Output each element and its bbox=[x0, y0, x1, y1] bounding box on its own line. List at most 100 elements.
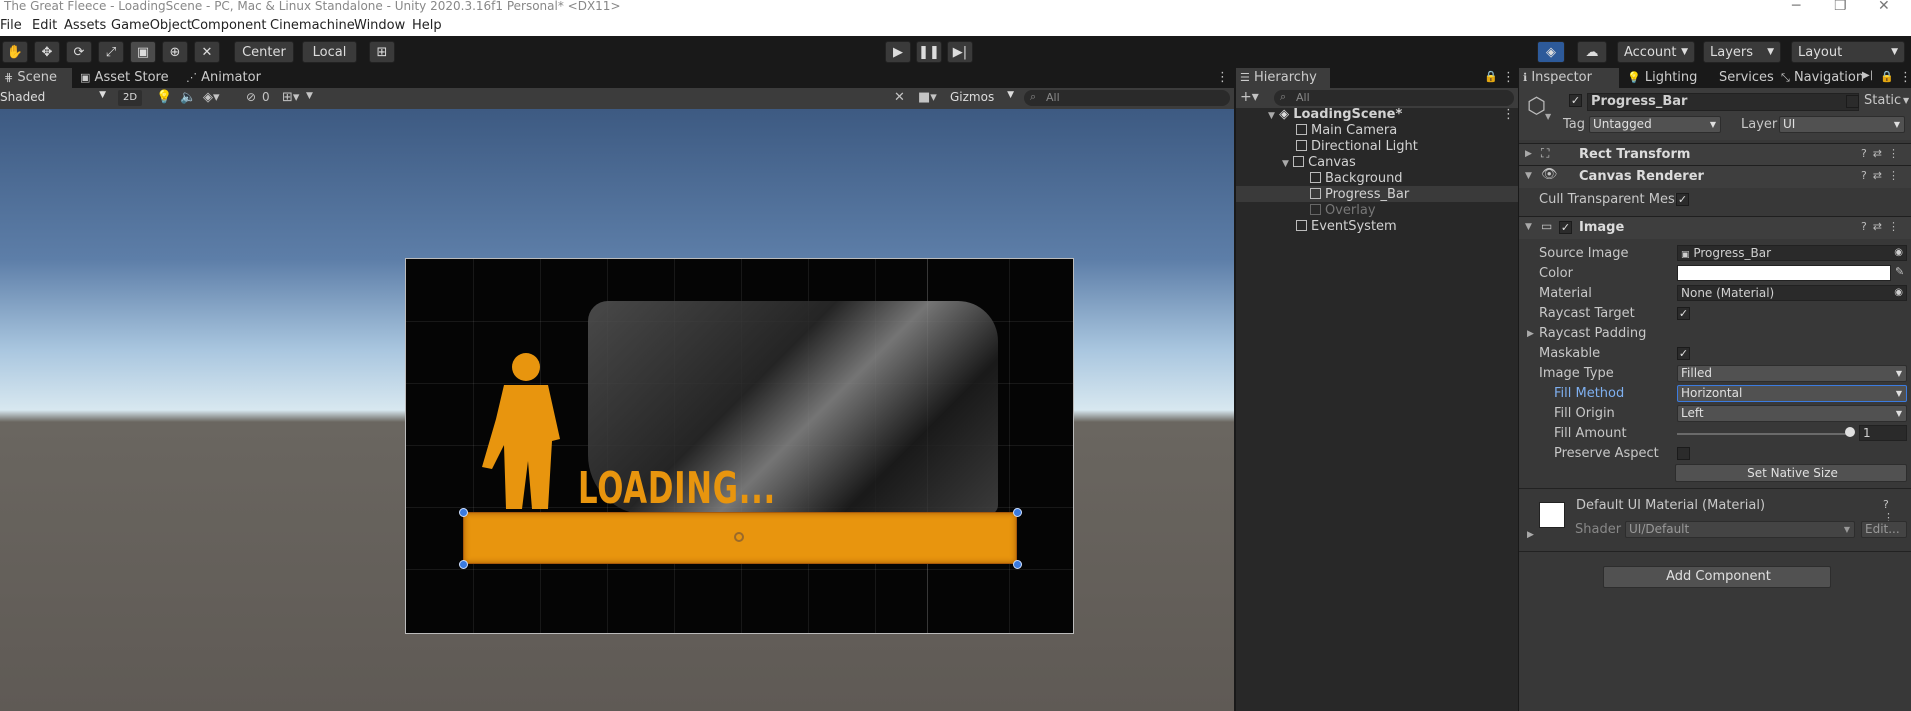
collapse-arrow-icon[interactable]: ▼ bbox=[1525, 222, 1532, 232]
hierarchy-item-canvas[interactable]: ▼ Canvas bbox=[1282, 155, 1356, 171]
menu-file[interactable]: File bbox=[0, 18, 22, 33]
close-icon[interactable]: ✕ bbox=[1878, 0, 1890, 14]
layers-dropdown[interactable]: Layers ▼ bbox=[1703, 41, 1781, 63]
gizmos-dropdown[interactable]: Gizmos ▼ bbox=[950, 90, 1016, 107]
more-options-icon[interactable]: ⋮ bbox=[1502, 70, 1515, 85]
raycast-target-checkbox[interactable]: ✓ bbox=[1677, 307, 1690, 320]
tab-scene[interactable]: ⋕ Scene bbox=[0, 68, 72, 88]
account-dropdown[interactable]: Account ▼ bbox=[1617, 41, 1695, 63]
menu-cinemachine[interactable]: Cinemachine bbox=[270, 18, 355, 33]
source-image-field[interactable]: ▣ Progress_Bar ◉ bbox=[1677, 245, 1907, 261]
more-options-icon[interactable]: ⋮ bbox=[1216, 70, 1229, 85]
hierarchy-item-main-camera[interactable]: Main Camera bbox=[1296, 123, 1397, 139]
rect-handle-bottom-left[interactable] bbox=[459, 560, 468, 569]
pause-button[interactable]: ❚❚ bbox=[916, 41, 942, 63]
preserve-aspect-checkbox[interactable] bbox=[1677, 447, 1690, 460]
component-header-icons[interactable]: ?⇄⋮ bbox=[1861, 147, 1905, 160]
tab-inspector[interactable]: ℹ Inspector bbox=[1519, 68, 1619, 88]
layer-dropdown[interactable]: UI ▼ bbox=[1779, 116, 1905, 133]
fill-amount-input[interactable]: 1 bbox=[1859, 425, 1907, 441]
active-checkbox[interactable]: ✓ bbox=[1569, 94, 1582, 107]
menu-window[interactable]: Window bbox=[354, 18, 405, 33]
shader-edit-button[interactable]: Edit... bbox=[1861, 521, 1907, 538]
lock-icon[interactable]: 🔒 bbox=[1484, 70, 1498, 83]
play-button[interactable]: ▶ bbox=[885, 41, 911, 63]
expand-arrow-icon[interactable]: ▼ bbox=[1268, 111, 1275, 121]
grid-snap-icon[interactable]: ⊞ bbox=[369, 41, 395, 63]
menu-assets[interactable]: Assets bbox=[64, 18, 106, 33]
minimize-icon[interactable]: ─ bbox=[1792, 0, 1800, 14]
component-header-icons[interactable]: ?⇄⋮ bbox=[1861, 220, 1905, 233]
hierarchy-item-overlay[interactable]: Overlay bbox=[1310, 203, 1376, 219]
fill-origin-dropdown[interactable]: Left ▼ bbox=[1677, 405, 1907, 422]
move-tool-icon[interactable]: ✥ bbox=[34, 41, 60, 63]
chevron-down-icon[interactable]: ▼ bbox=[1903, 96, 1909, 105]
tools-icon[interactable]: ✕ bbox=[894, 90, 905, 105]
custom-tool-icon[interactable]: ✕ bbox=[194, 41, 220, 63]
pivot-center-button[interactable]: Center bbox=[234, 41, 294, 63]
rect-handle-top-right[interactable] bbox=[1013, 508, 1022, 517]
rotate-tool-icon[interactable]: ⟳ bbox=[66, 41, 92, 63]
hierarchy-item-eventsystem[interactable]: EventSystem bbox=[1296, 219, 1397, 235]
object-picker-icon[interactable]: ◉ bbox=[1894, 286, 1903, 300]
image-enabled-checkbox[interactable]: ✓ bbox=[1559, 221, 1572, 234]
shader-dropdown[interactable]: UI/Default ▼ bbox=[1625, 521, 1855, 538]
rect-handle-top-left[interactable] bbox=[459, 508, 468, 517]
mode-2d-toggle[interactable]: 2D bbox=[118, 90, 142, 106]
menu-edit[interactable]: Edit bbox=[32, 18, 57, 33]
menu-help[interactable]: Help bbox=[412, 18, 442, 33]
scale-tool-icon[interactable]: ⤢ bbox=[98, 41, 124, 63]
more-options-icon[interactable]: ⋮ bbox=[1899, 70, 1911, 85]
menu-component[interactable]: Component bbox=[191, 18, 266, 33]
collab-icon[interactable]: ◈ bbox=[1537, 41, 1565, 63]
expand-arrow-icon[interactable]: ▶ bbox=[1527, 530, 1534, 540]
collapse-arrow-icon[interactable]: ▼ bbox=[1525, 171, 1532, 181]
fill-amount-slider-thumb[interactable] bbox=[1845, 427, 1855, 437]
component-header-icons[interactable]: ?⇄⋮ bbox=[1861, 169, 1905, 182]
scene-viewport[interactable]: LOADING... bbox=[0, 109, 1234, 711]
shading-mode-dropdown[interactable]: Shaded ▼ bbox=[0, 90, 110, 107]
chevron-down-icon[interactable]: ▼ bbox=[306, 91, 313, 101]
expand-arrow-icon[interactable]: ▶ bbox=[1527, 329, 1534, 339]
hierarchy-item-loadingscene[interactable]: ▼ ◈ LoadingScene* bbox=[1268, 107, 1402, 123]
fill-method-dropdown[interactable]: Horizontal ▼ bbox=[1677, 385, 1907, 402]
pivot-local-button[interactable]: Local bbox=[302, 41, 357, 63]
hierarchy-item-background[interactable]: Background bbox=[1310, 171, 1403, 187]
hierarchy-item-directional-light[interactable]: Directional Light bbox=[1296, 139, 1418, 155]
expand-arrow-icon[interactable]: ▶ bbox=[1525, 149, 1532, 159]
hierarchy-item-progress-bar[interactable]: Progress_Bar bbox=[1310, 187, 1409, 203]
maskable-checkbox[interactable]: ✓ bbox=[1677, 347, 1690, 360]
menu-gameobject[interactable]: GameObject bbox=[111, 18, 192, 33]
step-button[interactable]: ▶| bbox=[947, 41, 973, 63]
image-type-dropdown[interactable]: Filled ▼ bbox=[1677, 365, 1907, 382]
material-field[interactable]: None (Material) ◉ bbox=[1677, 285, 1907, 301]
camera-icon[interactable]: ■▾ bbox=[918, 90, 937, 105]
pivot-handle-icon[interactable] bbox=[734, 532, 744, 542]
lock-icon[interactable]: 🔒 bbox=[1880, 70, 1894, 83]
expand-arrow-icon[interactable]: ▼ bbox=[1282, 159, 1289, 169]
object-name-field[interactable]: Progress_Bar bbox=[1587, 93, 1859, 111]
tab-asset-store[interactable]: ▣ Asset Store bbox=[76, 68, 176, 88]
maximize-icon[interactable]: ❐ bbox=[1834, 0, 1847, 14]
tab-animator[interactable]: ⋰ Animator bbox=[182, 68, 270, 88]
audio-toggle-icon[interactable]: 🔈 bbox=[180, 90, 196, 105]
set-native-size-button[interactable]: Set Native Size bbox=[1675, 464, 1907, 482]
tag-dropdown[interactable]: Untagged ▼ bbox=[1589, 116, 1721, 133]
layout-dropdown[interactable]: Layout ▼ bbox=[1791, 41, 1905, 63]
add-component-button[interactable]: Add Component bbox=[1603, 566, 1831, 588]
hand-tool-icon[interactable]: ✋ bbox=[2, 41, 28, 63]
fill-amount-slider-track[interactable] bbox=[1677, 433, 1851, 435]
add-icon[interactable]: +▾ bbox=[1240, 89, 1259, 105]
rect-transform-header[interactable]: ▶ ⛶ Rect Transform ?⇄⋮ bbox=[1519, 143, 1911, 166]
image-component-header[interactable]: ▼ ▭ ✓ Image ?⇄⋮ bbox=[1519, 216, 1911, 239]
chevron-down-icon[interactable]: ▼ bbox=[1545, 112, 1551, 121]
effects-toggle-icon[interactable]: ◈▾ bbox=[203, 90, 220, 105]
progress-bar[interactable] bbox=[463, 512, 1017, 564]
grid-toggle-icon[interactable]: ⊞▾ bbox=[282, 90, 299, 105]
tab-scroll-right-icon[interactable]: ▶| bbox=[1862, 70, 1873, 81]
more-options-icon[interactable]: ⋮ bbox=[1502, 107, 1515, 122]
lighting-toggle-icon[interactable]: 💡 bbox=[156, 90, 172, 105]
cull-transparent-checkbox[interactable]: ✓ bbox=[1676, 193, 1689, 206]
rect-handle-bottom-right[interactable] bbox=[1013, 560, 1022, 569]
cloud-icon[interactable]: ☁ bbox=[1577, 41, 1607, 63]
